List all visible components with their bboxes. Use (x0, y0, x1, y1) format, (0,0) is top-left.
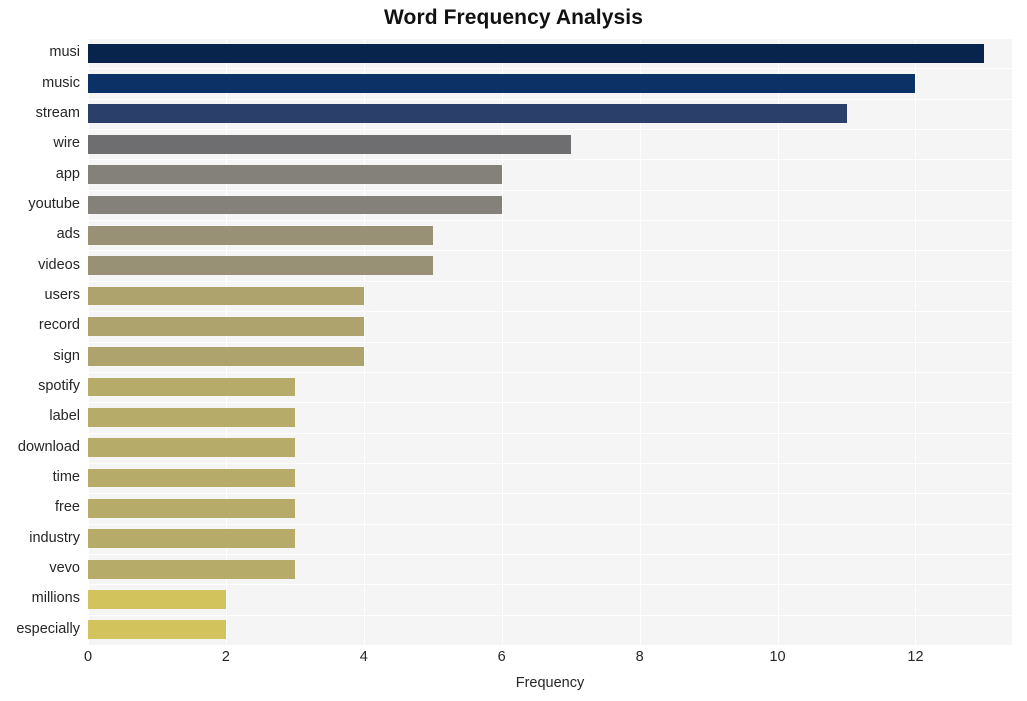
bar (88, 165, 502, 184)
y-axis-tick-label: especially (16, 620, 80, 637)
bar (88, 529, 295, 549)
bar (88, 377, 295, 397)
x-axis-tick-label: 8 (635, 649, 644, 665)
bar (88, 407, 295, 427)
bar (88, 195, 502, 215)
plot-area (88, 38, 1012, 646)
y-axis-tick-label: label (49, 408, 80, 425)
x-axis-tick-label: 10 (769, 649, 786, 665)
y-axis-tick-label: record (38, 317, 80, 334)
bar (88, 347, 364, 367)
bar (88, 438, 295, 458)
y-axis-tick-label: app (55, 165, 80, 182)
bar (88, 256, 433, 276)
y-axis-tick-label: download (17, 438, 80, 455)
bar (88, 590, 226, 609)
y-axis-tick-labels: musi music stream wire app youtube ads videos us… (0, 38, 80, 645)
bar (88, 499, 295, 518)
y-axis-tick-label: sign (53, 347, 80, 364)
bar (88, 468, 295, 488)
y-axis-tick-label: industry (29, 529, 80, 546)
y-axis-tick-label: time (52, 469, 80, 486)
x-axis-label: Frequency (515, 675, 585, 691)
bar (88, 134, 571, 154)
bar (88, 225, 433, 245)
bar (88, 104, 847, 124)
y-axis-tick-label: music (42, 74, 80, 91)
x-axis-tick-label: 6 (497, 649, 506, 665)
y-axis-tick-label: free (55, 499, 80, 516)
bar (88, 74, 916, 93)
gridline-horizontal (88, 645, 1012, 646)
y-axis-tick-label: musi (49, 44, 80, 61)
y-axis-tick-label: users (44, 286, 80, 303)
bar (88, 286, 364, 306)
chart-title: Word Frequency Analysis (383, 6, 644, 29)
x-axis-tick-label: 12 (907, 649, 924, 665)
x-axis-tick-label: 4 (359, 649, 368, 665)
y-axis-tick-label: millions (31, 590, 80, 607)
bar (88, 620, 226, 640)
y-axis-tick-label: spotify (38, 378, 80, 395)
y-axis-tick-label: videos (38, 256, 80, 273)
x-axis-tick-label: 2 (221, 649, 230, 665)
x-axis-tick-labels: 0 2 4 6 8 10 12 (84, 649, 1012, 672)
bar (88, 43, 985, 63)
y-axis-tick-label: stream (35, 104, 80, 121)
bar-series (88, 38, 1012, 645)
x-axis-tick-label: 0 (83, 649, 93, 665)
word-frequency-chart: Word Frequency Analysis musi music stream w… (0, 0, 1027, 701)
y-axis-tick-label: youtube (28, 195, 80, 212)
bar (88, 559, 295, 579)
y-axis-tick-label: wire (53, 135, 80, 152)
y-axis-tick-label: ads (56, 226, 80, 243)
y-axis-tick-label: vevo (49, 560, 80, 577)
bar (88, 316, 364, 336)
